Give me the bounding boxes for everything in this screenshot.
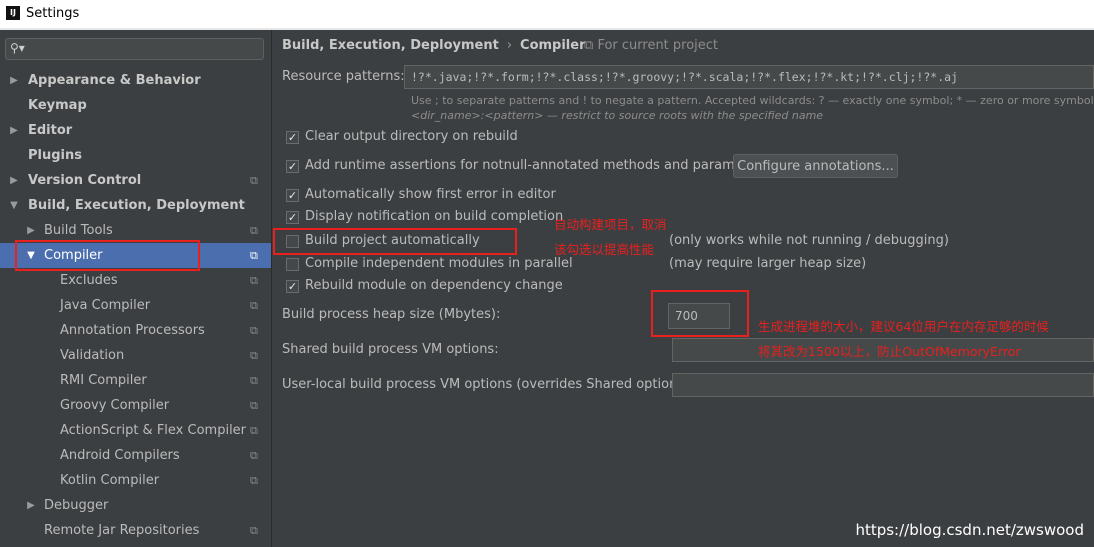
sidebar-item-label: Kotlin Compiler — [60, 473, 160, 488]
sidebar-item-label: Groovy Compiler — [60, 398, 170, 413]
project-scope-icon: ⧉ — [250, 249, 258, 262]
sidebar-item-java-compiler[interactable]: Java Compiler ⧉ — [0, 293, 271, 318]
resource-patterns-hint-roots: <dir_name>:<pattern> — restrict to sourc… — [411, 109, 824, 122]
breadcrumb-current: Compiler — [520, 38, 586, 53]
sidebar-item-label: Plugins — [28, 148, 82, 163]
chevron-right-icon: ▶ — [10, 75, 18, 86]
sidebar-item-label: Java Compiler — [60, 298, 151, 313]
sidebar-item-label: Version Control — [28, 173, 142, 188]
sidebar-item-appearance[interactable]: ▶ Appearance & Behavior — [0, 68, 271, 93]
sidebar-item-keymap[interactable]: Keymap — [0, 93, 271, 118]
build-notification-label: Display notification on build completion — [305, 209, 564, 224]
settings-search-input[interactable]: ⚲▾ — [5, 38, 264, 60]
compiler-settings-panel: Build, Execution, Deployment › Compiler ⧉ … — [272, 30, 1094, 547]
breadcrumb-separator: › — [506, 38, 513, 53]
sidebar-item-rmi-compiler[interactable]: RMI Compiler ⧉ — [0, 368, 271, 393]
breadcrumb-parent: Build, Execution, Deployment — [282, 38, 499, 53]
chevron-right-icon: ▶ — [10, 125, 18, 136]
annotation-auto-build-line2: 该勾选以提高性能 — [554, 242, 655, 257]
project-scope-icon: ⧉ — [250, 174, 258, 187]
sidebar-item-label: Annotation Processors — [60, 323, 205, 338]
sidebar-item-version-control[interactable]: ▶ Version Control ⧉ — [0, 168, 271, 193]
project-scope-note: ⧉ For current project — [584, 38, 718, 53]
sidebar-item-kotlin-compiler[interactable]: Kotlin Compiler ⧉ — [0, 468, 271, 493]
compiler-highlight-box — [15, 240, 200, 271]
sidebar-item-label: Debugger — [44, 498, 109, 513]
heap-size-label: Build process heap size (Mbytes): — [282, 307, 501, 322]
sidebar-item-editor[interactable]: ▶ Editor — [0, 118, 271, 143]
sidebar-item-build-execution-deployment[interactable]: ▼ Build, Execution, Deployment — [0, 193, 271, 218]
clear-output-label: Clear output directory on rebuild — [305, 129, 518, 144]
chevron-right-icon: ▶ — [10, 175, 18, 186]
annotation-auto-build-line1: 自动构建项目，取消 — [554, 217, 667, 232]
user-vm-options-input[interactable] — [672, 373, 1094, 397]
project-scope-icon: ⧉ — [250, 474, 258, 487]
rebuild-dependency-label: Rebuild module on dependency change — [305, 278, 563, 293]
sidebar-item-label: Remote Jar Repositories — [44, 523, 200, 538]
sidebar-item-label: Appearance & Behavior — [28, 73, 201, 88]
show-first-error-checkbox[interactable]: ✓ — [286, 189, 299, 202]
project-scope-icon: ⧉ — [584, 38, 594, 53]
sidebar-item-actionscript-compiler[interactable]: ActionScript & Flex Compiler ⧉ — [0, 418, 271, 443]
annotation-heap-line2: 将其改为1500以上，防止OutOfMemoryError — [758, 344, 1021, 359]
sidebar-item-remote-jar-repositories[interactable]: Remote Jar Repositories ⧉ — [0, 518, 271, 543]
compile-parallel-checkbox[interactable] — [286, 258, 299, 271]
sidebar-item-label: Editor — [28, 123, 73, 138]
resource-patterns-label: Resource patterns: — [282, 69, 405, 84]
settings-sidebar: ⚲▾ ▶ Appearance & Behavior Keymap ▶ Edit… — [0, 30, 272, 547]
project-scope-icon: ⧉ — [250, 274, 258, 287]
user-vm-options-label: User-local build process VM options (ove… — [282, 377, 694, 392]
sidebar-item-groovy-compiler[interactable]: Groovy Compiler ⧉ — [0, 393, 271, 418]
resource-patterns-hint: Use ; to separate patterns and ! to nega… — [411, 94, 1094, 107]
sidebar-item-validation[interactable]: Validation ⧉ — [0, 343, 271, 368]
sidebar-item-label: Android Compilers — [60, 448, 180, 463]
title-bar: IJ Settings — [0, 0, 1094, 30]
search-icon: ⚲▾ — [10, 41, 25, 55]
configure-annotations-button[interactable]: Configure annotations... — [733, 154, 898, 178]
sidebar-item-plugins[interactable]: Plugins — [0, 143, 271, 168]
sidebar-item-annotation-processors[interactable]: Annotation Processors ⧉ — [0, 318, 271, 343]
project-scope-label: For current project — [597, 38, 719, 53]
clear-output-checkbox[interactable]: ✓ — [286, 131, 299, 144]
shared-vm-options-label: Shared build process VM options: — [282, 342, 499, 357]
watermark: https://blog.csdn.net/zwswood — [855, 521, 1084, 539]
window-title: Settings — [26, 6, 80, 21]
heap-size-highlight-box — [651, 290, 749, 337]
compile-parallel-label: Compile independent modules in parallel — [305, 256, 573, 271]
runtime-assertions-checkbox[interactable]: ✓ — [286, 160, 299, 173]
breadcrumb: Build, Execution, Deployment › Compiler — [282, 38, 586, 53]
sidebar-item-excludes[interactable]: Excludes ⧉ — [0, 268, 271, 293]
sidebar-item-label: RMI Compiler — [60, 373, 147, 388]
project-scope-icon: ⧉ — [250, 524, 258, 537]
compile-parallel-note: (may require larger heap size) — [669, 256, 867, 271]
sidebar-item-android-compilers[interactable]: Android Compilers ⧉ — [0, 443, 271, 468]
build-notification-checkbox[interactable]: ✓ — [286, 211, 299, 224]
sidebar-item-label: Keymap — [28, 98, 87, 113]
project-scope-icon: ⧉ — [250, 324, 258, 337]
project-scope-icon: ⧉ — [250, 449, 258, 462]
sidebar-item-label: ActionScript & Flex Compiler — [60, 423, 247, 438]
project-scope-icon: ⧉ — [250, 424, 258, 437]
project-scope-icon: ⧉ — [250, 399, 258, 412]
intellij-app-icon: IJ — [6, 6, 20, 20]
show-first-error-label: Automatically show first error in editor — [305, 187, 556, 202]
build-automatically-highlight-box — [273, 228, 517, 255]
project-scope-icon: ⧉ — [250, 299, 258, 312]
project-scope-icon: ⧉ — [250, 374, 258, 387]
sidebar-item-label: Build, Execution, Deployment — [28, 198, 245, 213]
chevron-right-icon: ▶ — [27, 500, 35, 511]
sidebar-item-debugger[interactable]: ▶ Debugger — [0, 493, 271, 518]
annotation-heap-line1: 生成进程堆的大小，建议64位用户在内存足够的时候 — [758, 319, 1049, 334]
project-scope-icon: ⧉ — [250, 224, 258, 237]
build-automatically-note: (only works while not running / debuggin… — [669, 233, 949, 248]
resource-patterns-input[interactable]: !?*.java;!?*.form;!?*.class;!?*.groovy;!… — [404, 65, 1094, 89]
sidebar-item-label: Validation — [60, 348, 125, 363]
rebuild-dependency-checkbox[interactable]: ✓ — [286, 280, 299, 293]
project-scope-icon: ⧉ — [250, 349, 258, 362]
runtime-assertions-label: Add runtime assertions for notnull-annot… — [305, 158, 769, 173]
sidebar-item-label: Excludes — [60, 273, 118, 288]
chevron-down-icon: ▼ — [10, 200, 18, 211]
